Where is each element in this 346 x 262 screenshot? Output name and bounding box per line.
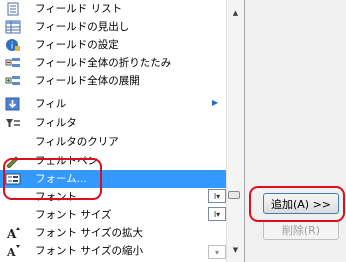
svg-text:A: A bbox=[6, 246, 16, 258]
field-headers-icon bbox=[5, 20, 21, 34]
list-item-label: フィールド全体の展開 bbox=[35, 75, 140, 87]
list-item-label: フォント サイズの拡大 bbox=[35, 227, 144, 239]
field-list-icon bbox=[5, 2, 21, 16]
list-item-label: フェルトペン bbox=[35, 155, 98, 167]
list-item-increase-font-size[interactable]: A フォント サイズの拡大 bbox=[0, 224, 226, 242]
decrease-font-size-icon: A bbox=[5, 244, 21, 259]
scroll-up-arrow-icon[interactable]: ▲ bbox=[227, 4, 244, 21]
expand-entire-field-icon bbox=[5, 74, 21, 88]
list-item-label: フィールド全体の折りたたみ bbox=[35, 57, 172, 69]
scroll-thumb[interactable] bbox=[228, 191, 240, 199]
list-item-font-size[interactable]: フォント サイズ bbox=[0, 206, 226, 224]
vertical-scrollbar[interactable]: ▲ ▼ bbox=[226, 0, 244, 262]
font-dropdown-indicator[interactable]: I▾ bbox=[208, 189, 226, 203]
add-button[interactable]: 追加(A) >> bbox=[263, 193, 339, 214]
list-item-label: フォント bbox=[35, 191, 77, 203]
command-listbox[interactable]: フィールド リスト フィールドの見出し i フィールドの設定 フィールド全体の折… bbox=[0, 0, 245, 262]
list-item-felt-pen[interactable]: フェルトペン bbox=[0, 152, 226, 170]
list-item-label: フォント サイズの縮小 bbox=[35, 245, 144, 257]
increase-font-size-icon: A bbox=[5, 226, 21, 241]
collapse-entire-field-icon bbox=[5, 56, 21, 70]
remove-button[interactable]: 削除(R) bbox=[263, 220, 339, 240]
mini-dropdown-indicator[interactable]: ▾ bbox=[208, 245, 226, 259]
list-item-label: フォント サイズ bbox=[35, 209, 112, 221]
filter-icon bbox=[5, 116, 21, 130]
list-item-label: フィールドの見出し bbox=[35, 21, 130, 33]
list-item-label: フォーム... bbox=[35, 173, 87, 185]
list-item-label: フィルタ bbox=[35, 117, 77, 129]
list-item-field-headers[interactable]: フィールドの見出し bbox=[0, 18, 226, 36]
list-item-label: フィールドの設定 bbox=[35, 39, 119, 51]
list-item-collapse-entire-field[interactable]: フィールド全体の折りたたみ bbox=[0, 54, 226, 72]
svg-text:i: i bbox=[11, 42, 14, 52]
list-item-decrease-font-size[interactable]: A フォント サイズの縮小 bbox=[0, 242, 226, 260]
submenu-arrow-icon: ▶ bbox=[212, 98, 219, 107]
list-item-form[interactable]: フォーム... bbox=[0, 170, 226, 188]
font-size-dropdown-indicator[interactable]: I▾ bbox=[208, 207, 226, 221]
list-item-fill[interactable]: フィル ▶ bbox=[0, 95, 226, 113]
list-item-clear-filter[interactable]: フィルタのクリア bbox=[0, 133, 226, 151]
list-item-label: フィールド リスト bbox=[35, 3, 123, 15]
felt-pen-icon bbox=[5, 154, 21, 169]
fill-icon bbox=[5, 97, 21, 111]
list-item-label: フィルタのクリア bbox=[35, 136, 119, 148]
list-item-filter[interactable]: フィルタ bbox=[0, 114, 226, 132]
field-settings-icon: i bbox=[5, 38, 21, 52]
list-item-font[interactable]: フォント bbox=[0, 188, 226, 206]
form-icon bbox=[5, 172, 21, 186]
list-item-field-settings[interactable]: i フィールドの設定 bbox=[0, 36, 226, 54]
list-item-label: フィル bbox=[35, 98, 67, 110]
list-item-expand-entire-field[interactable]: フィールド全体の展開 bbox=[0, 72, 226, 90]
list-item-field-list[interactable]: フィールド リスト bbox=[0, 0, 226, 18]
scroll-down-arrow-icon[interactable]: ▼ bbox=[227, 241, 244, 258]
svg-text:A: A bbox=[6, 227, 17, 240]
